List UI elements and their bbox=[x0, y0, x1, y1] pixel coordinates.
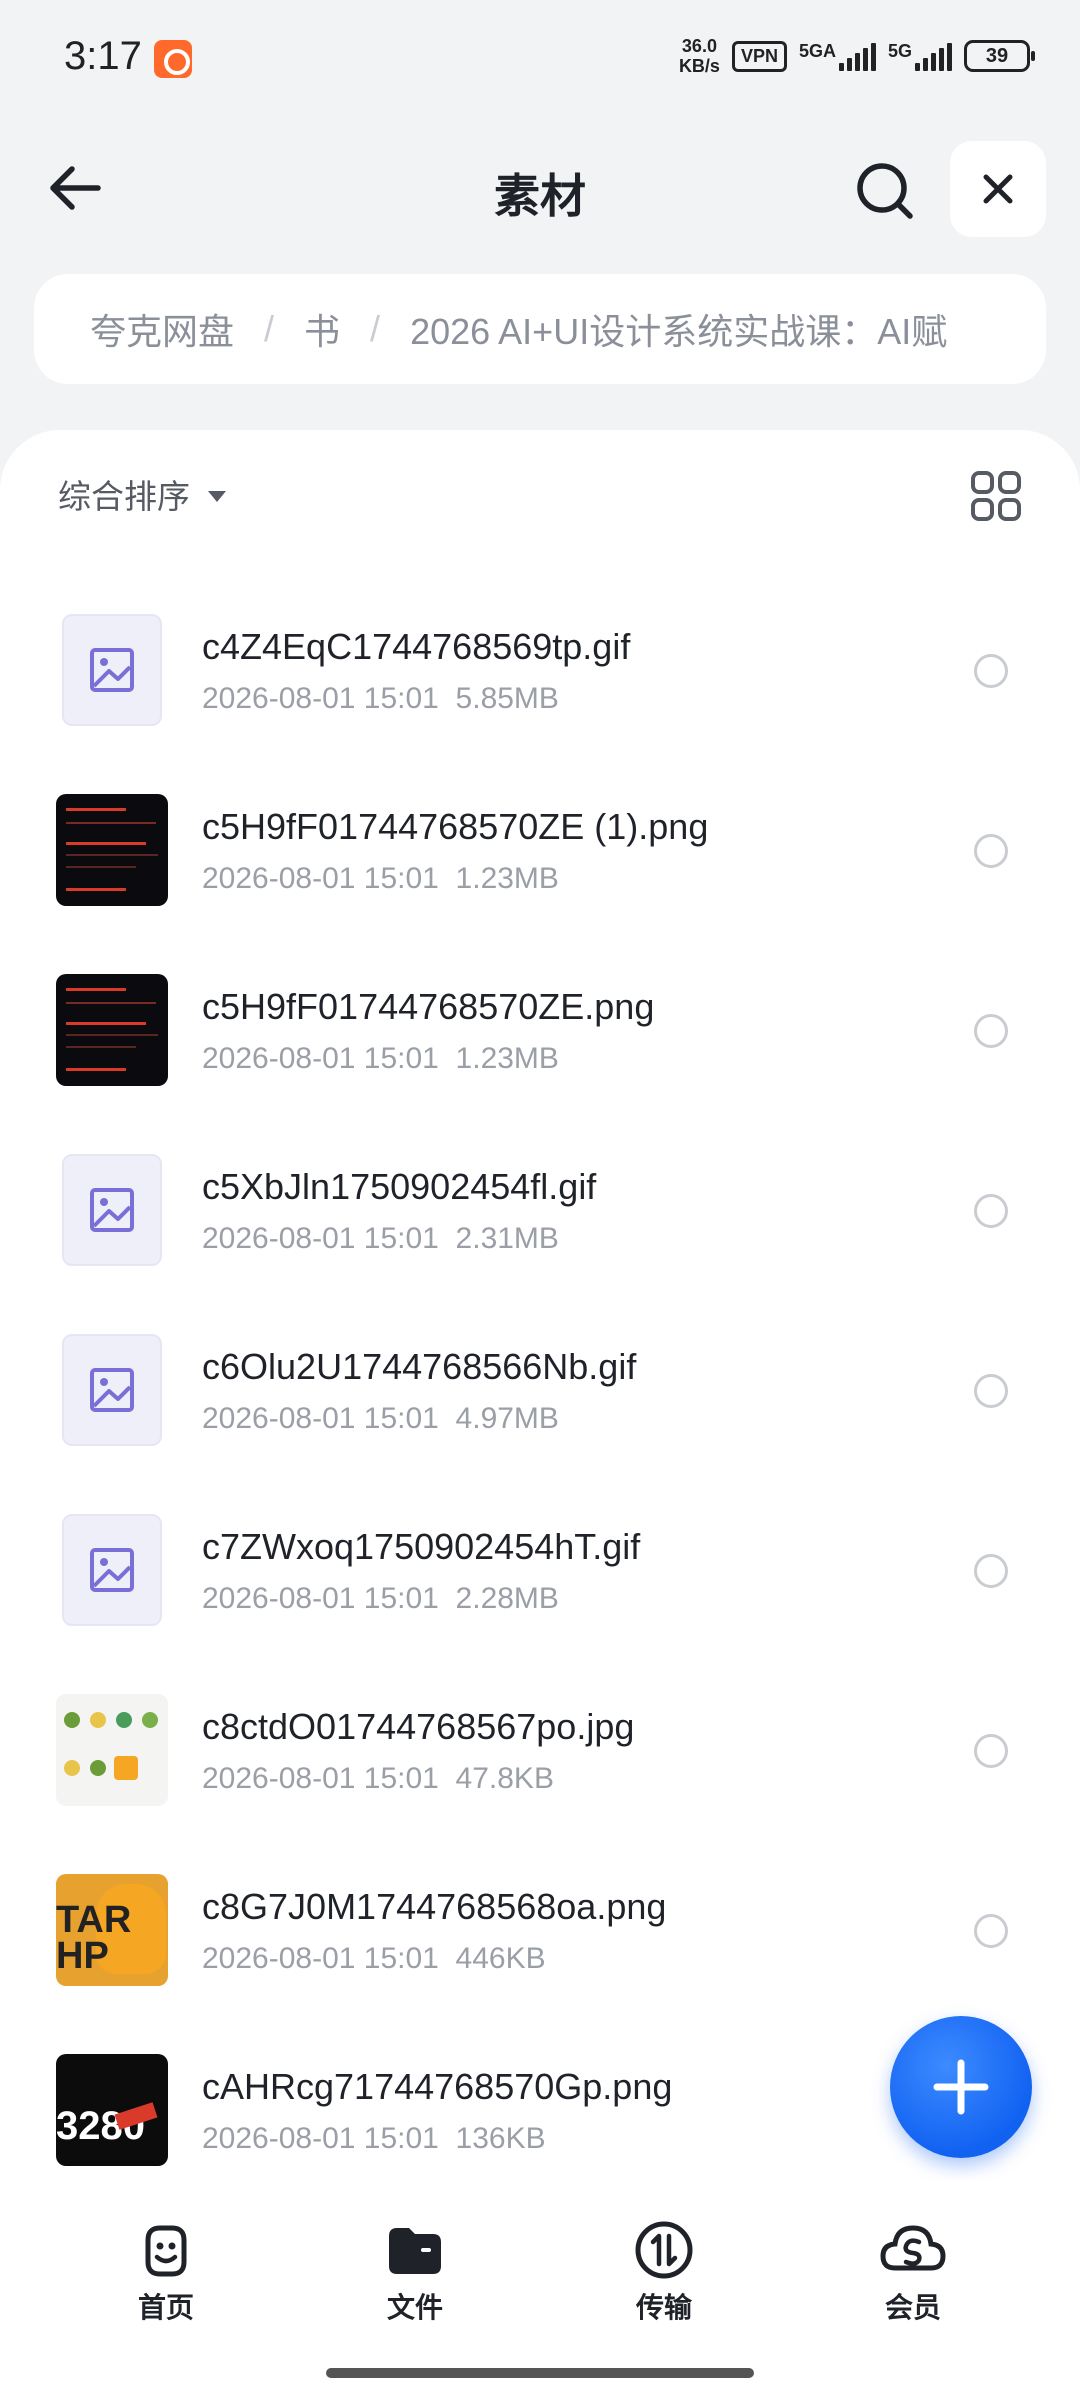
file-row[interactable]: c5H9fF01744768570ZE.png 2026-08-01 15:01… bbox=[0, 940, 1080, 1120]
grid-icon bbox=[971, 471, 1021, 521]
image-placeholder-icon bbox=[62, 1154, 162, 1266]
file-thumbnail: TAR HP bbox=[56, 1874, 168, 1986]
file-name: c5XbJln1750902454fl.gif bbox=[202, 1166, 597, 1207]
select-checkbox[interactable] bbox=[974, 834, 1008, 868]
image-placeholder-icon bbox=[62, 1334, 162, 1446]
app-notification-icon bbox=[154, 40, 192, 78]
file-thumbnail bbox=[56, 794, 168, 906]
file-meta: 2026-08-01 15:01 4.97MB bbox=[202, 1402, 559, 1435]
file-name: c8ctdO01744768567po.jpg bbox=[202, 1706, 635, 1747]
file-name: c5H9fF01744768570ZE.png bbox=[202, 986, 655, 1027]
sort-label: 综合排序 bbox=[58, 478, 190, 515]
file-thumbnail bbox=[56, 1694, 168, 1806]
bottom-nav: 首页 文件 传输 会员 bbox=[0, 2180, 1080, 2400]
file-meta: 2026-08-01 15:01 1.23MB bbox=[202, 862, 559, 895]
file-meta: 2026-08-01 15:01 446KB bbox=[202, 1942, 546, 1975]
close-button[interactable] bbox=[950, 141, 1046, 237]
breadcrumb-separator: / bbox=[264, 308, 275, 349]
file-name: c7ZWxoq1750902454hT.gif bbox=[202, 1526, 641, 1567]
folder-icon bbox=[389, 2228, 441, 2274]
select-checkbox[interactable] bbox=[974, 1554, 1008, 1588]
breadcrumb-item-course[interactable]: 2026 AI+UI设计系统实战课：AI赋 bbox=[410, 303, 947, 355]
file-list: c4Z4EqC1744768569tp.gif 2026-08-01 15:01… bbox=[0, 580, 1080, 2200]
file-meta: 2026-08-01 15:01 1.23MB bbox=[202, 1042, 559, 1075]
grid-view-button[interactable] bbox=[970, 470, 1022, 522]
file-thumbnail bbox=[56, 974, 168, 1086]
file-name: c4Z4EqC1744768569tp.gif bbox=[202, 626, 631, 667]
file-name: cAHRcg71744768570Gp.png bbox=[202, 2066, 673, 2107]
transfer-icon bbox=[635, 2221, 693, 2279]
close-icon bbox=[983, 174, 1013, 204]
page-title: 素材 bbox=[494, 170, 586, 222]
breadcrumb-item-book[interactable]: 书 bbox=[304, 303, 340, 355]
select-checkbox[interactable] bbox=[974, 654, 1008, 688]
home-indicator[interactable] bbox=[326, 2368, 754, 2378]
nav-item-home[interactable]: 首页 bbox=[96, 2218, 236, 2326]
plus-icon bbox=[933, 2059, 989, 2115]
select-checkbox[interactable] bbox=[974, 1374, 1008, 1408]
signal-5ga-icon: 5GA bbox=[799, 41, 876, 71]
search-button[interactable] bbox=[850, 156, 918, 224]
file-name: c8G7J0M1744768568oa.png bbox=[202, 1886, 667, 1927]
arrow-left-icon bbox=[50, 166, 101, 210]
nav-item-files[interactable]: 文件 bbox=[345, 2218, 485, 2326]
select-checkbox[interactable] bbox=[974, 1194, 1008, 1228]
file-row[interactable]: c7ZWxoq1750902454hT.gif 2026-08-01 15:01… bbox=[0, 1480, 1080, 1660]
signal-5g-icon: 5G bbox=[888, 41, 952, 71]
status-bar: 3:17 36.0 KB/s VPN 5GA 5G 39 bbox=[0, 0, 1080, 120]
file-meta: 2026-08-01 15:01 2.28MB bbox=[202, 1582, 559, 1615]
cloud-vip-icon bbox=[880, 2225, 946, 2271]
back-button[interactable] bbox=[44, 156, 108, 220]
vpn-icon: VPN bbox=[731, 40, 787, 72]
status-indicators: 36.0 KB/s VPN 5GA 5G 39 bbox=[678, 36, 1035, 76]
file-row[interactable]: c5XbJln1750902454fl.gif 2026-08-01 15:01… bbox=[0, 1120, 1080, 1300]
select-checkbox[interactable] bbox=[974, 1014, 1008, 1048]
file-meta: 2026-08-01 15:01 5.85MB bbox=[202, 682, 559, 715]
smile-icon bbox=[145, 2225, 187, 2277]
file-meta: 2026-08-01 15:01 136KB bbox=[202, 2122, 546, 2155]
file-meta: 2026-08-01 15:01 2.31MB bbox=[202, 1222, 559, 1255]
file-name: c6Olu2U1744768566Nb.gif bbox=[202, 1346, 637, 1387]
search-icon bbox=[857, 163, 913, 219]
battery-icon: 39 bbox=[964, 40, 1035, 72]
breadcrumb-separator: / bbox=[370, 308, 381, 349]
nav-item-transfer[interactable]: 传输 bbox=[594, 2218, 734, 2326]
file-row[interactable]: c4Z4EqC1744768569tp.gif 2026-08-01 15:01… bbox=[0, 580, 1080, 760]
image-placeholder-icon bbox=[62, 1514, 162, 1626]
file-name: c5H9fF01744768570ZE (1).png bbox=[202, 806, 709, 847]
file-thumbnail: 3280 bbox=[56, 2054, 168, 2166]
nav-item-vip[interactable]: 会员 bbox=[843, 2218, 983, 2326]
add-button[interactable] bbox=[890, 2016, 1032, 2158]
file-row[interactable]: c5H9fF01744768570ZE (1).png 2026-08-01 1… bbox=[0, 760, 1080, 940]
sort-dropdown[interactable]: 综合排序 bbox=[58, 470, 226, 518]
file-row[interactable]: TAR HP c8G7J0M1744768568oa.png 2026-08-01… bbox=[0, 1840, 1080, 2020]
file-row[interactable]: c6Olu2U1744768566Nb.gif 2026-08-01 15:01… bbox=[0, 1300, 1080, 1480]
network-speed: 36.0 KB/s bbox=[678, 36, 720, 76]
select-checkbox[interactable] bbox=[974, 1734, 1008, 1768]
breadcrumb-item-root[interactable]: 夸克网盘 bbox=[90, 303, 234, 355]
file-row[interactable]: c8ctdO01744768567po.jpg 2026-08-01 15:01… bbox=[0, 1660, 1080, 1840]
file-meta: 2026-08-01 15:01 47.8KB bbox=[202, 1762, 554, 1795]
image-placeholder-icon bbox=[62, 614, 162, 726]
select-checkbox[interactable] bbox=[974, 1914, 1008, 1948]
caret-down-icon bbox=[208, 490, 226, 502]
breadcrumb: 夸克网盘 / 书 / 2026 AI+UI设计系统实战课：AI赋 bbox=[34, 274, 1046, 384]
status-time: 3:17 bbox=[64, 34, 142, 78]
